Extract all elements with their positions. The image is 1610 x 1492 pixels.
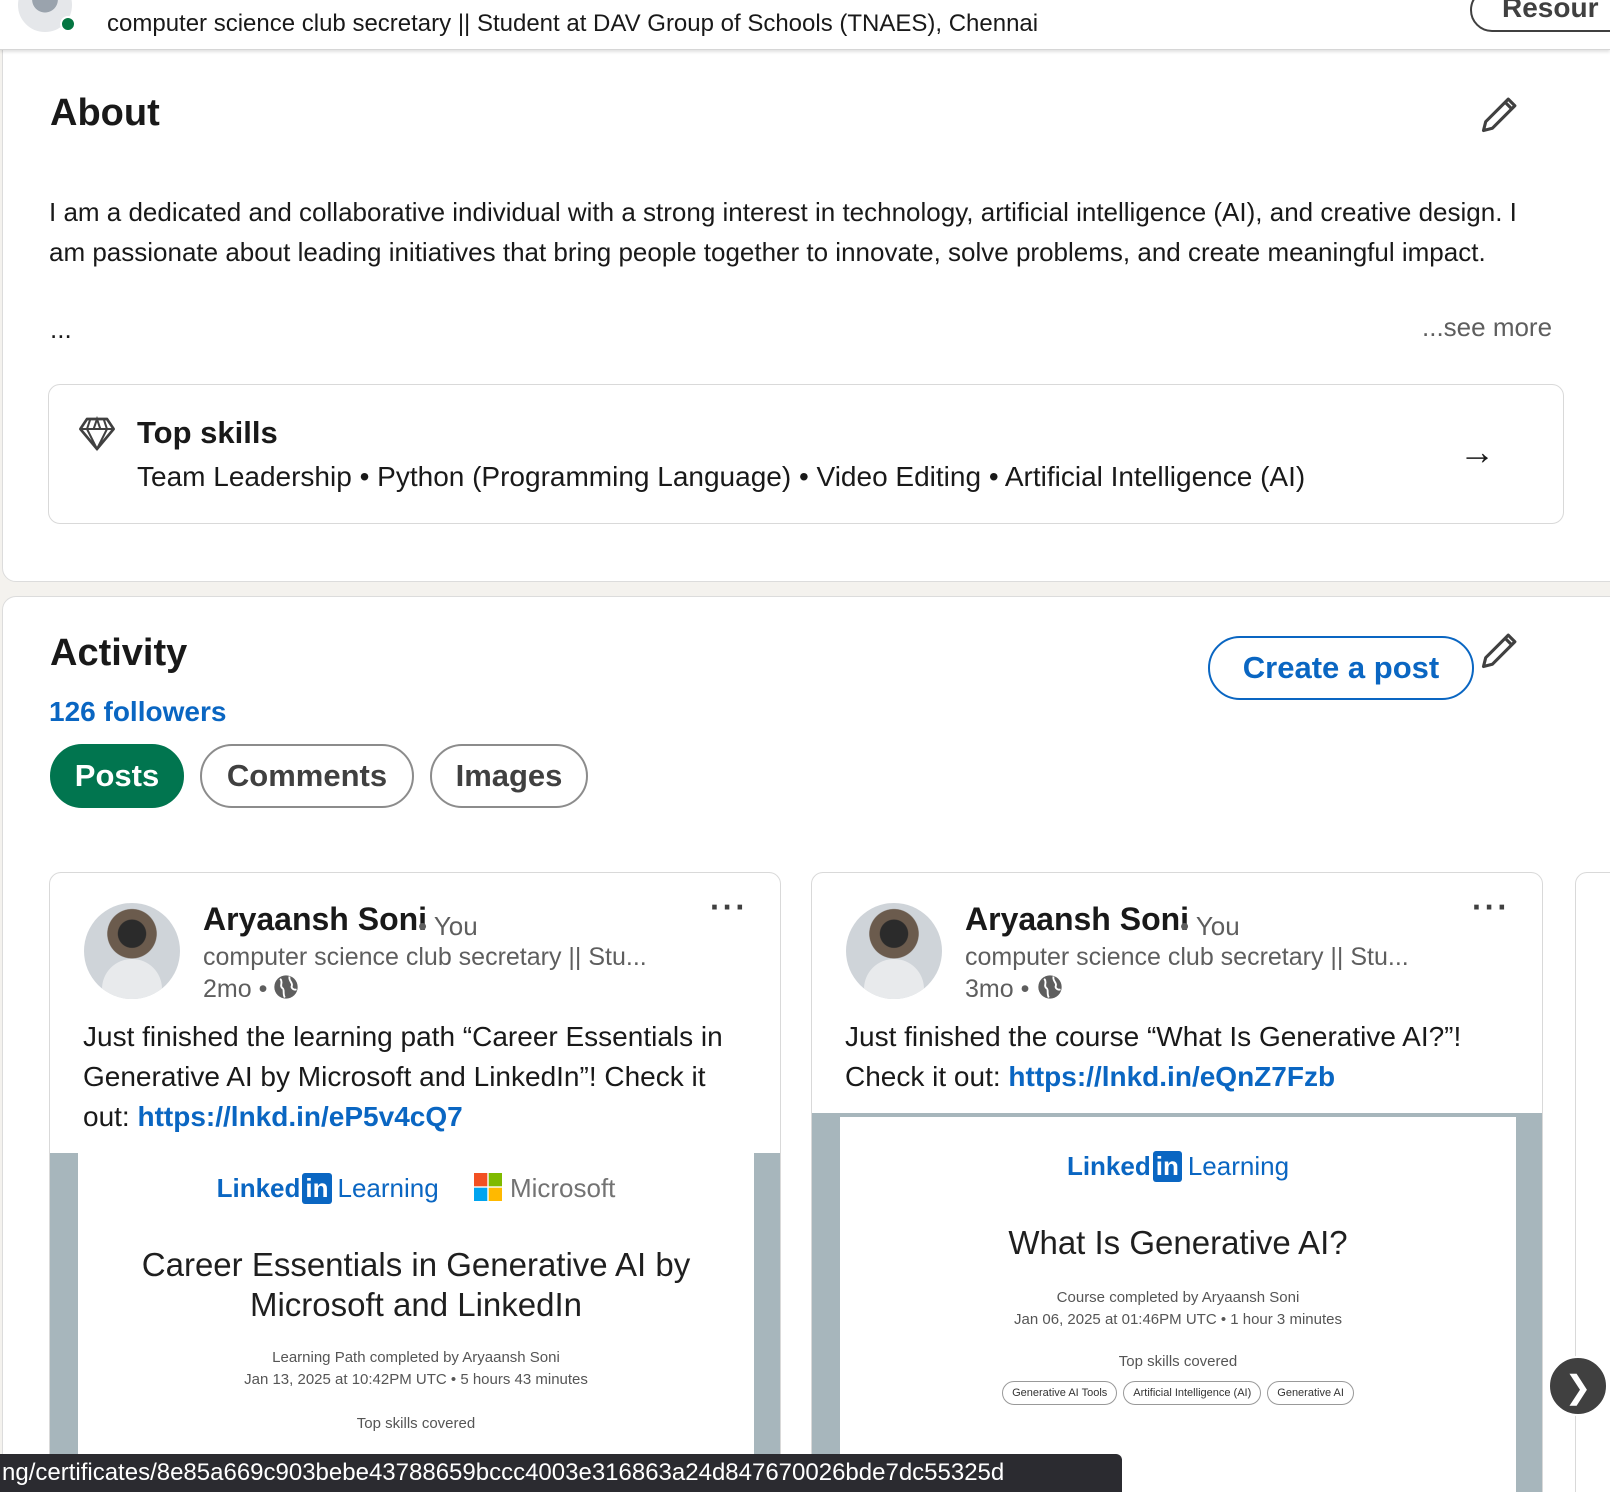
top-skills-list: Team Leadership • Python (Programming La… [137,461,1306,492]
learning-logo-text: Learning [1187,1151,1290,1181]
post-card[interactable]: Aryaansh Soni • You computer science clu… [811,872,1543,1492]
linkedin-logo-text: Linked [1066,1151,1151,1181]
you-label: • You [418,911,478,941]
author-avatar[interactable] [846,903,942,999]
edit-activity-pencil-icon[interactable] [1478,628,1522,672]
profile-headline: computer science club secretary || Stude… [107,10,1039,37]
microsoft-logo-text: Microsoft [509,1173,616,1203]
linkedin-logo-text: Linked [216,1173,301,1203]
post-author-headline: computer science club secretary || Stu..… [965,943,1409,971]
author-avatar[interactable] [84,903,180,999]
post-body: Just finished the course “What Is Genera… [845,1017,1513,1097]
online-status-dot [60,16,76,32]
followers-count[interactable]: 126 followers [49,696,226,728]
post-time: 2mo • [203,975,268,1003]
certificate-skills-heading: Top skills covered [1118,1353,1238,1370]
certificate-skill-tag: Artificial Intelligence (AI) [1123,1381,1262,1405]
globe-icon [1038,975,1062,999]
certificate-completed-by: Course completed by Aryaansh Soni [1056,1289,1300,1306]
linkedin-in-logo: in [302,1173,332,1204]
certificate-preview[interactable]: Linked in Learning Microsoft Career Essent… [50,1153,780,1492]
chevron-right-icon[interactable]: ❯ [1548,1356,1608,1416]
create-post-button[interactable]: Create a post [1208,636,1474,700]
arrow-right-icon[interactable]: → [1459,431,1495,473]
more-options-icon[interactable]: ··· [710,889,748,926]
certificate-paper: Linked in Learning Microsoft Career Essent… [78,1153,754,1492]
edit-about-pencil-icon[interactable] [1478,92,1522,136]
top-skills-box[interactable]: Top skills Team Leadership • Python (Pro… [48,384,1564,524]
certificate-logos: Linked in Learning [840,1151,1516,1182]
you-label: • You [1180,911,1240,941]
certificate-date: Jan 06, 2025 at 01:46PM UTC • 1 hour 3 m… [1014,1311,1342,1328]
diamond-icon [79,415,115,452]
certificate-title: What Is Generative AI? [1008,1224,1348,1261]
about-ellipsis: ... [50,314,72,344]
status-bar-url: ng/certificates/8e85a669c903bebe43788659… [0,1454,1122,1492]
about-text: I am a dedicated and collaborative indiv… [49,197,1517,267]
certificate-skill-tag: Generative AI [1267,1381,1354,1405]
top-skills-title: Top skills [137,415,278,450]
certificate-completed-by: Learning Path completed by Aryaansh Soni [272,1349,560,1366]
post-author-name[interactable]: Aryaansh Soni [203,901,427,938]
see-more-link[interactable]: ...see more [1422,312,1552,343]
tab-images[interactable]: Images [430,744,588,808]
activity-title: Activity [50,632,188,674]
about-title: About [50,92,160,134]
learning-logo-text: Learning [337,1173,439,1203]
tab-comments[interactable]: Comments [200,744,414,808]
resources-button[interactable]: Resour [1470,0,1610,32]
certificate-paper: Linked in Learning What Is Generative AI? … [840,1117,1516,1492]
microsoft-logo [473,1173,502,1201]
tab-posts[interactable]: Posts [50,744,184,808]
post-time: 3mo • [965,975,1030,1003]
post-author-headline: computer science club secretary || Stu..… [203,943,647,971]
post-link[interactable]: https://lnkd.in/eP5v4cQ7 [137,1101,462,1132]
more-options-icon[interactable]: ··· [1472,889,1510,926]
certificate-logos: Linked in Learning Microsoft [78,1173,754,1204]
post-link[interactable]: https://lnkd.in/eQnZ7Fzb [1008,1061,1335,1092]
certificate-date: Jan 13, 2025 at 10:42PM UTC • 5 hours 43… [244,1371,588,1388]
linkedin-in-logo: in [1152,1151,1182,1182]
certificate-skills-heading: Top skills covered [356,1415,476,1432]
sticky-profile-header: computer science club secretary || Stude… [0,0,1610,50]
globe-icon [274,975,298,999]
post-body: Just finished the learning path “Career … [83,1017,751,1137]
certificate-title: Career Essentials in Generative AI by Mi… [141,1246,691,1323]
certificate-skill-tags: Generative AI Tools Artificial Intelligen… [840,1381,1516,1405]
certificate-skill-tag: Generative AI Tools [1002,1381,1118,1405]
post-author-name[interactable]: Aryaansh Soni [965,901,1189,938]
post-card[interactable]: Aryaansh Soni • You computer science clu… [49,872,781,1492]
certificate-preview[interactable]: Linked in Learning What Is Generative AI? … [812,1113,1542,1492]
